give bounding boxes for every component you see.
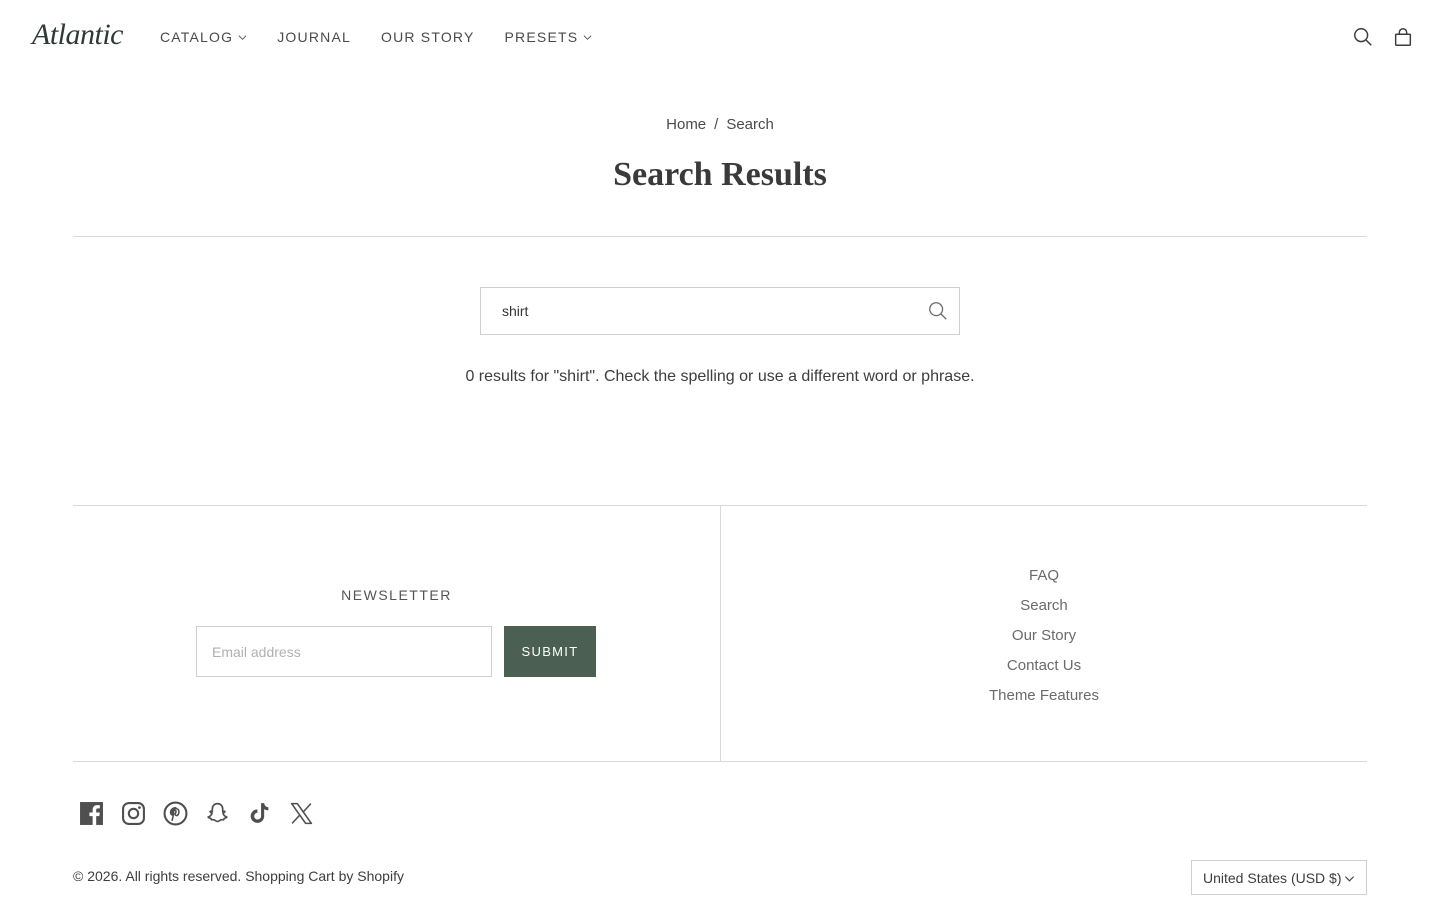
newsletter-title: NEWSLETTER (341, 587, 452, 603)
facebook-icon[interactable] (79, 801, 104, 826)
nav-item-our-story[interactable]: OUR STORY (381, 29, 475, 45)
breadcrumb: Home / Search (0, 116, 1440, 133)
copyright: © 2026. All rights reserved. Shopping Ca… (73, 868, 404, 884)
nav-item-presets[interactable]: PRESETS (505, 29, 593, 45)
tiktok-icon[interactable] (247, 801, 272, 826)
copyright-text: © 2026. All rights reserved. (73, 868, 242, 884)
nav-item-label: PRESETS (504, 29, 579, 45)
chevron-down-icon (1344, 876, 1355, 882)
newsletter-email-wrapper (196, 626, 492, 677)
breadcrumb-separator: / (714, 116, 719, 133)
footer-bottom-divider (73, 761, 1367, 762)
currency-selector[interactable]: United States (USD $) (1191, 860, 1367, 895)
header-icons (1352, 26, 1414, 48)
search-submit-icon[interactable] (927, 300, 949, 322)
footer-link-faq[interactable]: FAQ (721, 561, 1367, 591)
search-form (480, 287, 960, 335)
search-result-message: 0 results for "shirt". Check the spellin… (465, 368, 975, 385)
newsletter-email-input[interactable] (197, 627, 491, 676)
page-title: Search Results (613, 156, 827, 193)
breadcrumb-current: Search (726, 116, 774, 133)
chevron-down-icon (238, 34, 247, 40)
divider (73, 236, 1367, 237)
nav-item-catalog[interactable]: CATALOG (160, 29, 247, 45)
footer-link-our-story[interactable]: Our Story (721, 621, 1367, 651)
search-input[interactable] (481, 288, 901, 334)
main-nav: CATALOG JOURNAL OUR STORY PRESETS (160, 29, 592, 45)
site-header: Atlantic CATALOG JOURNAL OUR STORY PRESE… (0, 0, 1440, 76)
search-icon[interactable] (1352, 26, 1374, 48)
logo[interactable]: Atlantic (32, 18, 123, 52)
instagram-icon[interactable] (121, 801, 146, 826)
cart-bag-icon[interactable] (1392, 26, 1414, 48)
newsletter-submit-button[interactable]: SUBMIT (504, 626, 596, 677)
footer-link-theme-features[interactable]: Theme Features (721, 681, 1367, 711)
nav-item-label: CATALOG (160, 29, 234, 45)
chevron-down-icon (583, 34, 592, 40)
breadcrumb-home-link[interactable]: Home (666, 116, 706, 133)
footer-links: FAQ Search Our Story Contact Us Theme Fe… (721, 561, 1367, 711)
nav-item-label: JOURNAL (277, 29, 351, 45)
social-links (79, 801, 314, 826)
shopify-link[interactable]: Shopping Cart by Shopify (245, 868, 404, 884)
nav-item-label: OUR STORY (380, 29, 475, 45)
footer-link-search[interactable]: Search (721, 591, 1367, 621)
snapchat-icon[interactable] (205, 801, 230, 826)
pinterest-icon[interactable] (163, 801, 188, 826)
nav-item-journal[interactable]: JOURNAL (277, 29, 351, 45)
x-icon[interactable] (289, 801, 314, 826)
currency-label: United States (USD $) (1203, 869, 1342, 886)
footer-link-contact-us[interactable]: Contact Us (721, 651, 1367, 681)
